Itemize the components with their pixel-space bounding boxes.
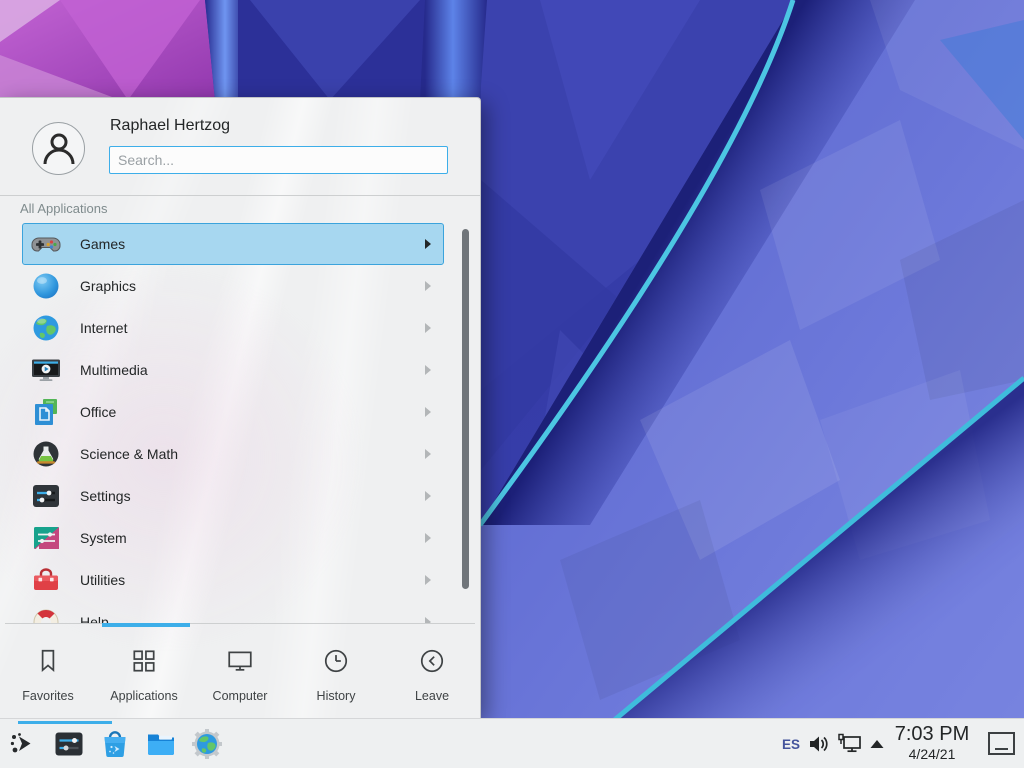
documents-icon: [30, 396, 62, 428]
monitor-play-icon: [30, 354, 62, 386]
app-category-games[interactable]: Games: [22, 223, 444, 265]
active-task-indicator: [18, 721, 112, 724]
submenu-arrow-icon: [425, 575, 431, 585]
app-category-label: Multimedia: [80, 362, 425, 378]
tab-history[interactable]: History: [288, 629, 384, 718]
list-scrollbar[interactable]: [462, 229, 469, 589]
bookmark-icon: [34, 647, 62, 680]
toolbox-icon: [30, 564, 62, 596]
volume-icon[interactable]: [806, 732, 830, 756]
search-input[interactable]: [109, 146, 448, 174]
submenu-arrow-icon: [425, 449, 431, 459]
web-browser-icon[interactable]: [191, 728, 223, 760]
app-category-label: Office: [80, 404, 425, 420]
submenu-arrow-icon: [425, 491, 431, 501]
clock-time: 7:03 PM: [888, 722, 976, 746]
app-category-internet[interactable]: Internet: [22, 307, 444, 349]
clock-icon: [322, 647, 350, 680]
tabbar-separator: [5, 623, 475, 624]
taskbar-panel: ES 7:03 PM 4/24/21: [0, 718, 1024, 768]
app-category-graphics[interactable]: Graphics: [22, 265, 444, 307]
user-name: Raphael Hertzog: [110, 117, 230, 135]
app-category-multimedia[interactable]: Multimedia: [22, 349, 444, 391]
app-category-label: System: [80, 530, 425, 546]
app-category-office[interactable]: Office: [22, 391, 444, 433]
app-category-system[interactable]: System: [22, 517, 444, 559]
app-category-label: Settings: [80, 488, 425, 504]
tab-label: History: [317, 689, 356, 703]
system-settings-icon[interactable]: [53, 728, 85, 760]
tab-label: Applications: [110, 689, 177, 703]
app-category-help[interactable]: Help: [22, 601, 444, 623]
submenu-arrow-icon: [425, 239, 431, 249]
computer-icon: [226, 647, 254, 680]
kickoff-tabbar: Favorites Applications Comp: [0, 629, 480, 718]
tab-label: Favorites: [22, 689, 73, 703]
app-category-label: Science & Math: [80, 446, 425, 462]
user-avatar[interactable]: [32, 122, 85, 175]
submenu-arrow-icon: [425, 281, 431, 291]
network-icon[interactable]: [836, 732, 864, 756]
discover-icon[interactable]: [99, 728, 131, 760]
app-category-utilities[interactable]: Utilities: [22, 559, 444, 601]
tab-leave[interactable]: Leave: [384, 629, 480, 718]
keyboard-layout-indicator[interactable]: ES: [778, 732, 804, 756]
file-manager-icon[interactable]: [145, 728, 177, 760]
tab-label: Leave: [415, 689, 449, 703]
show-desktop-button[interactable]: [988, 732, 1015, 755]
tab-computer[interactable]: Computer: [192, 629, 288, 718]
app-category-label: Graphics: [80, 278, 425, 294]
tab-favorites[interactable]: Favorites: [0, 629, 96, 718]
app-category-settings[interactable]: Settings: [22, 475, 444, 517]
header-separator: [0, 195, 480, 196]
app-category-label: Utilities: [80, 572, 425, 588]
sphere-icon: [30, 270, 62, 302]
flask-icon: [30, 438, 62, 470]
clock-date: 4/24/21: [888, 746, 976, 763]
section-label: All Applications: [20, 201, 107, 216]
tab-applications[interactable]: Applications: [96, 629, 192, 718]
tab-label: Computer: [213, 689, 268, 703]
system-sliders-icon: [30, 522, 62, 554]
submenu-arrow-icon: [425, 365, 431, 375]
app-category-science-math[interactable]: Science & Math: [22, 433, 444, 475]
submenu-arrow-icon: [425, 323, 431, 333]
kde-launcher-icon[interactable]: [7, 728, 39, 760]
digital-clock[interactable]: 7:03 PM 4/24/21: [888, 722, 976, 766]
sliders-icon: [30, 480, 62, 512]
submenu-arrow-icon: [425, 533, 431, 543]
application-category-list: Games Graphics: [22, 223, 444, 623]
kickoff-launcher-menu: Raphael Hertzog All Applications Games: [0, 97, 481, 718]
app-category-label: Internet: [80, 320, 425, 336]
active-tab-indicator: [102, 623, 190, 627]
user-icon: [36, 126, 82, 172]
expand-tray-icon[interactable]: [868, 736, 886, 752]
submenu-arrow-icon: [425, 407, 431, 417]
app-category-label: Help: [80, 614, 425, 623]
leave-icon: [418, 647, 446, 680]
gamepad-icon: [30, 228, 62, 260]
lifebuoy-icon: [30, 606, 62, 623]
globe-icon: [30, 312, 62, 344]
grid-icon: [130, 647, 158, 680]
app-category-label: Games: [80, 236, 425, 252]
